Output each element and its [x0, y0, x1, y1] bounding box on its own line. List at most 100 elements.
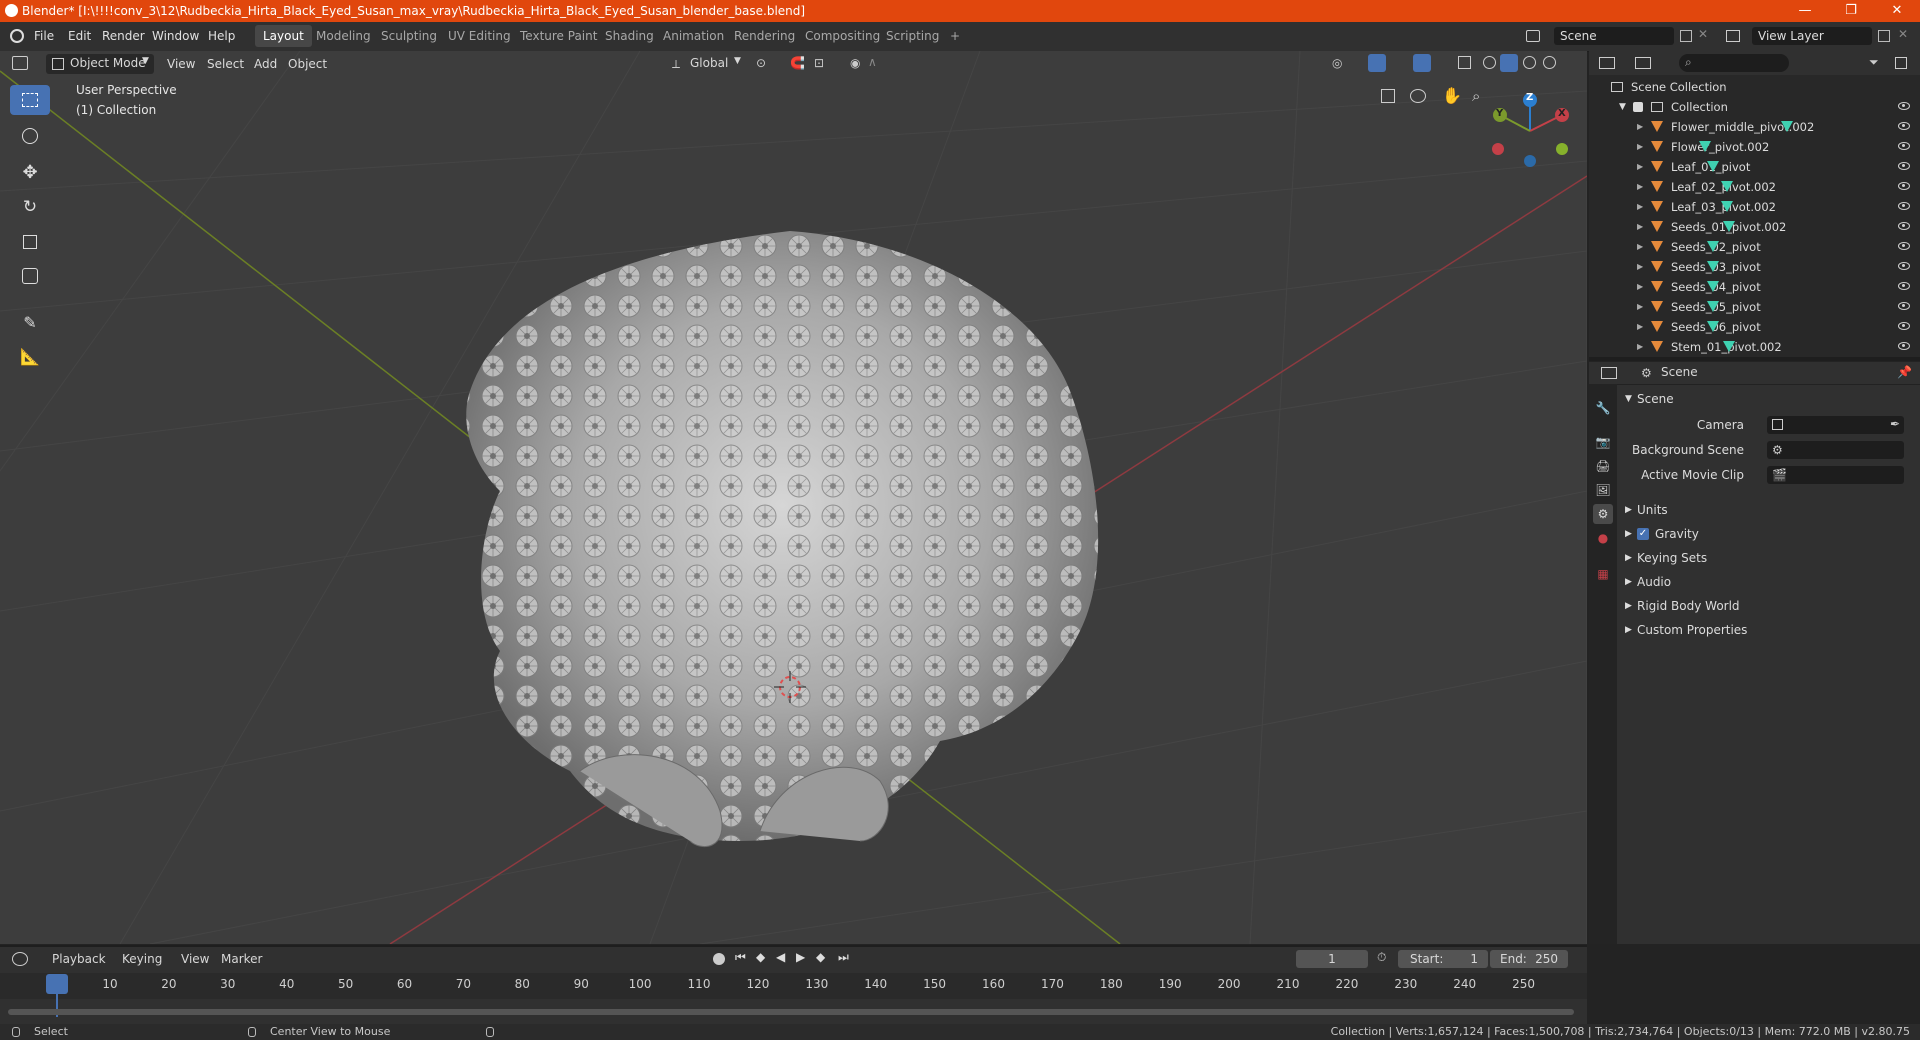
- eye-icon[interactable]: [1898, 262, 1910, 270]
- minimize-button[interactable]: —: [1782, 0, 1828, 22]
- outliner-row-object[interactable]: ▶ Seeds_05_pivot: [1589, 297, 1920, 317]
- editor-type-icon[interactable]: [12, 56, 28, 70]
- tab-animation[interactable]: Animation: [655, 25, 732, 47]
- scene-name-field[interactable]: Scene: [1554, 27, 1674, 45]
- start-frame-field[interactable]: Start: 1: [1398, 950, 1488, 968]
- mesh-data-icon[interactable]: [1721, 181, 1733, 192]
- eye-icon[interactable]: [1898, 322, 1910, 330]
- menu-edit[interactable]: Edit: [68, 29, 91, 43]
- outliner-row-object[interactable]: ▶ Stem_01_pivot.002: [1589, 337, 1920, 357]
- mode-dropdown[interactable]: Object Mode ▼: [46, 54, 154, 74]
- annotate-tool[interactable]: ✎: [10, 307, 50, 337]
- outliner-row-object[interactable]: ▶ Leaf_03_pivot.002: [1589, 197, 1920, 217]
- menu-help[interactable]: Help: [208, 29, 235, 43]
- tab-texture-icon[interactable]: ▦: [1593, 564, 1613, 584]
- tab-scripting[interactable]: Scripting: [878, 25, 947, 47]
- outliner-row-object[interactable]: ▶ Flower_middle_pivot.002: [1589, 117, 1920, 137]
- units-panel[interactable]: ▶ Units: [1617, 498, 1920, 522]
- menu-file[interactable]: File: [34, 29, 54, 43]
- add-workspace-button[interactable]: +: [942, 25, 968, 47]
- tab-rendering[interactable]: Rendering: [726, 25, 803, 47]
- navigation-gizmo[interactable]: Z X Y: [1490, 91, 1570, 171]
- tab-uv-editing[interactable]: UV Editing: [440, 25, 519, 47]
- play-icon[interactable]: ▶: [796, 950, 805, 964]
- select-box-tool[interactable]: [10, 85, 50, 115]
- current-frame-field[interactable]: 1: [1296, 950, 1368, 968]
- orientation-dropdown[interactable]: ⟂ Global ▼: [668, 54, 746, 74]
- expand-arrow-icon[interactable]: ▶: [1637, 117, 1643, 137]
- delete-view-layer-icon[interactable]: ✕: [1898, 27, 1908, 41]
- scale-tool[interactable]: [10, 227, 50, 257]
- outliner-row-scene-collection[interactable]: Scene Collection: [1589, 77, 1920, 97]
- new-view-layer-icon[interactable]: [1878, 30, 1890, 42]
- tab-modeling[interactable]: Modeling: [308, 25, 379, 47]
- outliner-row-object[interactable]: ▶ Seeds_01_pivot.002: [1589, 217, 1920, 237]
- measure-tool[interactable]: 📐: [10, 341, 50, 371]
- pin-icon[interactable]: 📌: [1897, 365, 1912, 379]
- mesh-data-icon[interactable]: [1707, 301, 1719, 312]
- rigid-body-world-panel[interactable]: ▶ Rigid Body World: [1617, 594, 1920, 618]
- eye-icon[interactable]: [1898, 162, 1910, 170]
- expand-arrow-icon[interactable]: ▶: [1637, 217, 1643, 237]
- xray-icon[interactable]: [1458, 56, 1471, 69]
- mesh-data-icon[interactable]: [1707, 281, 1719, 292]
- timeline-menu-playback[interactable]: Playback: [52, 952, 106, 966]
- display-mode-icon[interactable]: [1635, 57, 1651, 69]
- tab-compositing[interactable]: Compositing: [797, 25, 888, 47]
- play-reverse-icon[interactable]: ◀: [776, 950, 785, 964]
- cursor-tool[interactable]: [10, 121, 50, 151]
- grid-view-icon[interactable]: [1381, 89, 1395, 103]
- overlay-toggle-icon[interactable]: [1413, 54, 1431, 72]
- gravity-panel[interactable]: ▶ ✓ Gravity: [1617, 522, 1920, 546]
- expand-arrow-icon[interactable]: ▶: [1637, 177, 1643, 197]
- end-frame-field[interactable]: End: 250: [1490, 950, 1568, 968]
- mesh-data-icon[interactable]: [1723, 221, 1735, 232]
- outliner-search-input[interactable]: ⌕: [1679, 54, 1789, 72]
- filter-icon[interactable]: ⏷: [1869, 55, 1879, 70]
- view-layer-field[interactable]: View Layer: [1752, 27, 1872, 45]
- expand-arrow-icon[interactable]: ▶: [1637, 137, 1643, 157]
- mesh-data-icon[interactable]: [1707, 241, 1719, 252]
- outliner-row-object[interactable]: ▶ Leaf_02_pivot.002: [1589, 177, 1920, 197]
- jump-end-icon[interactable]: ⏭: [838, 950, 849, 965]
- audio-panel[interactable]: ▶ Audio: [1617, 570, 1920, 594]
- camera-field[interactable]: ✒: [1767, 416, 1904, 434]
- outliner-row-object[interactable]: ▶ Seeds_02_pivot: [1589, 237, 1920, 257]
- tab-view-layer-icon[interactable]: 🖼: [1593, 480, 1613, 500]
- timeline-scrollbar[interactable]: [8, 1009, 1574, 1015]
- zoom-icon[interactable]: ⌕: [1472, 87, 1480, 105]
- viewport-menu-select[interactable]: Select: [207, 54, 244, 74]
- expand-arrow-icon[interactable]: ▶: [1637, 157, 1643, 177]
- outliner-row-object[interactable]: ▶ Flower_pivot.002: [1589, 137, 1920, 157]
- mesh-data-icon[interactable]: [1721, 201, 1733, 212]
- movie-clip-field[interactable]: 🎬: [1767, 466, 1904, 484]
- collapse-arrow-icon[interactable]: ▼: [1619, 97, 1626, 117]
- gizmo-z-label[interactable]: Z: [1526, 92, 1533, 103]
- eye-icon[interactable]: [1898, 102, 1910, 110]
- eye-icon[interactable]: [1898, 342, 1910, 350]
- eye-icon[interactable]: [1898, 242, 1910, 250]
- jump-start-icon[interactable]: ⏮: [735, 950, 746, 965]
- timeline-menu-marker[interactable]: Marker: [221, 952, 262, 966]
- pivot-point-icon[interactable]: ⊙: [756, 56, 766, 70]
- menu-window[interactable]: Window: [152, 29, 199, 43]
- outliner-row-object[interactable]: ▶ Seeds_04_pivot: [1589, 277, 1920, 297]
- mesh-data-icon[interactable]: [1723, 341, 1735, 352]
- tab-world-icon[interactable]: ●: [1593, 528, 1613, 548]
- stopwatch-icon[interactable]: ⏱: [1377, 950, 1386, 965]
- gizmo-toggle-icon[interactable]: [1368, 54, 1386, 72]
- snap-icon[interactable]: 🧲: [790, 56, 805, 70]
- record-icon[interactable]: [713, 953, 725, 965]
- visibility-icon[interactable]: ◎: [1332, 56, 1342, 70]
- tab-output-icon[interactable]: 🖨: [1593, 456, 1613, 476]
- tab-tool-icon[interactable]: 🔧: [1593, 398, 1613, 418]
- eye-icon[interactable]: [1898, 222, 1910, 230]
- delete-scene-icon[interactable]: ✕: [1698, 27, 1708, 41]
- expand-arrow-icon[interactable]: ▶: [1637, 277, 1643, 297]
- next-keyframe-icon[interactable]: ◆: [816, 950, 825, 964]
- pan-hand-icon[interactable]: ✋: [1442, 86, 1462, 105]
- eye-icon[interactable]: [1898, 182, 1910, 190]
- mesh-data-icon[interactable]: [1699, 141, 1711, 152]
- gizmo-y-label[interactable]: Y: [1496, 108, 1503, 119]
- tab-layout[interactable]: Layout: [255, 25, 312, 47]
